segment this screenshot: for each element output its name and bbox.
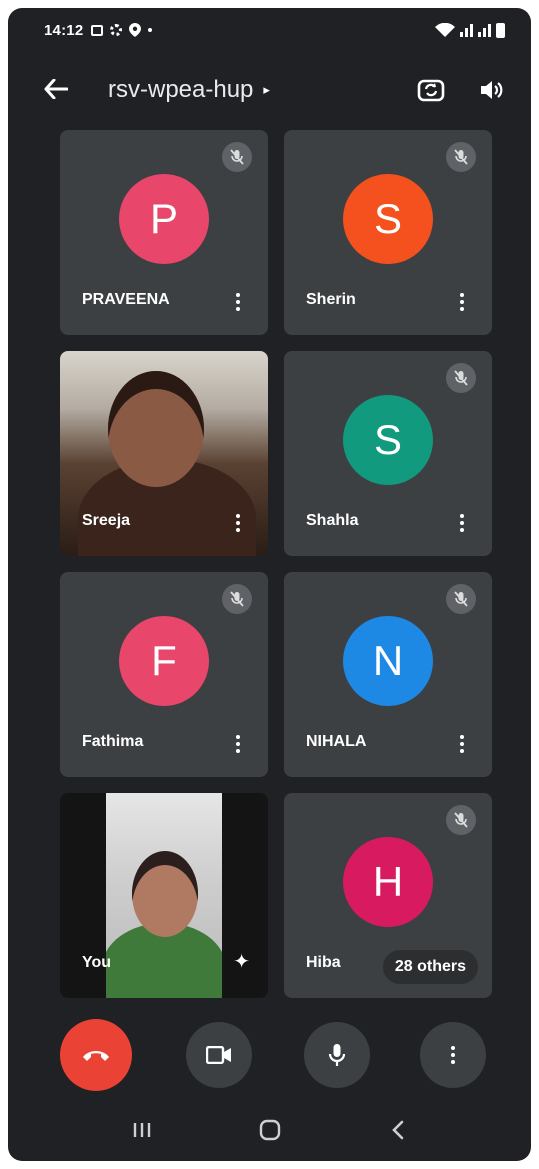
participant-grid: P PRAVEENA S Sherin Sreeja S Shahla F Fa…: [60, 130, 492, 998]
switch-camera-icon[interactable]: [417, 77, 445, 103]
back-arrow-icon[interactable]: [44, 75, 78, 106]
microphone-button[interactable]: [304, 1022, 370, 1088]
system-nav-bar: [8, 1099, 531, 1161]
back-icon[interactable]: [388, 1119, 408, 1141]
more-options-button[interactable]: [420, 1022, 486, 1088]
participant-tile-shahla[interactable]: S Shahla: [284, 351, 492, 556]
status-right-icons: [435, 22, 505, 38]
battery-icon: [496, 22, 505, 38]
signal-icon: [478, 23, 491, 37]
self-video-face: [132, 851, 198, 937]
signal-icon: [460, 23, 473, 37]
mic-off-icon: [446, 805, 476, 835]
participant-tile-nihala[interactable]: N NIHALA: [284, 572, 492, 777]
camera-icon: [206, 1046, 231, 1064]
wifi-icon: [435, 23, 455, 37]
mic-off-icon: [446, 363, 476, 393]
participant-name: You: [82, 954, 112, 971]
participant-tile-sreeja[interactable]: Sreeja: [60, 351, 268, 556]
participant-more-icon[interactable]: [460, 293, 464, 311]
participant-more-icon[interactable]: [236, 735, 240, 753]
home-icon[interactable]: [258, 1118, 282, 1142]
effects-sparkle-icon[interactable]: ✦: [233, 949, 250, 974]
participant-video-face: [108, 371, 204, 487]
participant-tile-fathima[interactable]: F Fathima: [60, 572, 268, 777]
avatar: S: [343, 395, 433, 485]
settings-icon: [110, 24, 123, 36]
participant-more-icon[interactable]: [460, 735, 464, 753]
participant-more-icon[interactable]: [236, 514, 240, 532]
self-view-tile[interactable]: You ✦: [60, 793, 268, 998]
participant-tile-praveena[interactable]: P PRAVEENA: [60, 130, 268, 335]
recent-apps-icon[interactable]: [131, 1120, 153, 1140]
mic-off-icon: [222, 584, 252, 614]
more-options-icon: [451, 1046, 455, 1064]
participant-more-icon[interactable]: [460, 514, 464, 532]
meeting-code-title[interactable]: rsv-wpea-hup: [108, 76, 253, 104]
speaker-icon[interactable]: [479, 78, 505, 102]
app-bar-actions: [417, 77, 505, 103]
participant-name: PRAVEENA: [82, 291, 170, 308]
mic-off-icon: [446, 142, 476, 172]
avatar: N: [343, 616, 433, 706]
microphone-icon: [328, 1044, 346, 1066]
status-bar: 14:12: [8, 8, 531, 52]
self-video: [106, 793, 222, 998]
avatar: P: [119, 174, 209, 264]
participant-name: Hiba: [306, 954, 341, 971]
mic-off-icon: [446, 584, 476, 614]
end-call-button[interactable]: [60, 1019, 132, 1091]
participant-name: Shahla: [306, 512, 359, 529]
status-left-icons: [91, 23, 153, 37]
meeting-details-caret-icon[interactable]: ▸: [263, 82, 270, 98]
others-count-chip[interactable]: 28 others: [382, 950, 478, 984]
call-controls: [8, 1014, 531, 1094]
mic-off-icon: [222, 142, 252, 172]
gallery-icon: [91, 24, 104, 36]
participant-tile-hiba[interactable]: H Hiba 28 others: [284, 793, 492, 998]
avatar: F: [119, 616, 209, 706]
participant-name: Fathima: [82, 733, 144, 750]
phone-screen: 14:12 rsv-wpea-hup ▸ P PRAVEENA S Sherin…: [8, 8, 531, 1161]
app-bar: rsv-wpea-hup ▸: [8, 62, 531, 118]
participant-tile-sherin[interactable]: S Sherin: [284, 130, 492, 335]
status-time: 14:12: [44, 21, 84, 39]
avatar: H: [343, 837, 433, 927]
participant-name: NIHALA: [306, 733, 367, 750]
camera-button[interactable]: [186, 1022, 252, 1088]
dot-icon: [148, 28, 153, 32]
participant-name: Sreeja: [82, 512, 131, 529]
avatar: S: [343, 174, 433, 264]
location-icon: [129, 23, 142, 37]
end-call-icon: [83, 1051, 109, 1061]
participant-more-icon[interactable]: [236, 293, 240, 311]
participant-name: Sherin: [306, 291, 356, 308]
